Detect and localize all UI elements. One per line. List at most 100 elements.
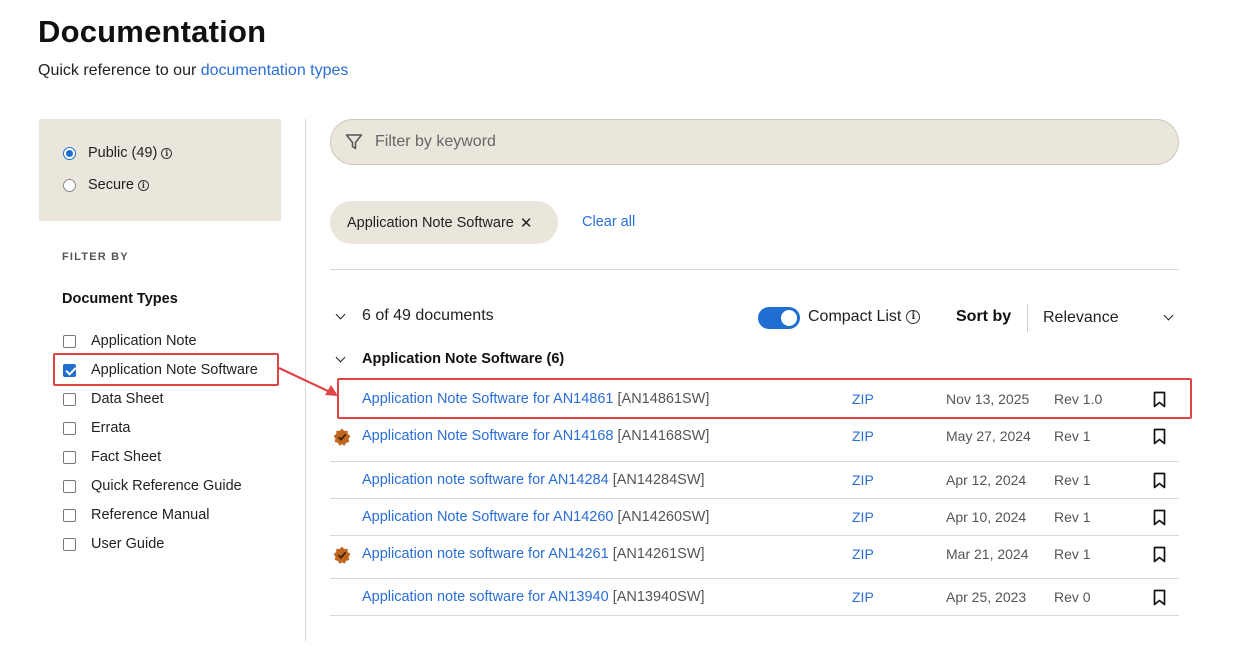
highlight-box (53, 353, 279, 386)
access-panel: Public (49) i Secure i (39, 119, 281, 221)
document-revision: Rev 1 (1054, 546, 1091, 562)
remove-filter-icon[interactable]: ✕ (520, 214, 533, 232)
document-link[interactable]: Application note software for AN13940 (362, 589, 609, 605)
compact-list-toggle[interactable] (758, 307, 800, 329)
chevron-down-icon[interactable] (335, 352, 346, 362)
document-title[interactable]: Application note software for AN14284 [A… (362, 472, 705, 488)
info-icon[interactable]: i (161, 147, 173, 159)
document-format-link[interactable]: ZIP (852, 589, 874, 605)
document-revision: Rev 1 (1054, 428, 1091, 444)
document-date: Apr 25, 2023 (946, 589, 1027, 605)
results-count-text: 6 of 49 documents (362, 307, 494, 324)
info-icon[interactable]: i (906, 310, 921, 324)
checkbox[interactable] (63, 537, 76, 551)
filter-by-label: FILTER BY (62, 251, 129, 263)
row-divider (330, 615, 1179, 616)
document-revision: Rev 0 (1054, 589, 1091, 605)
sort-by-label: Sort by (956, 308, 1012, 325)
document-date: Apr 10, 2024 (946, 509, 1027, 525)
page-subtitle: Quick reference to our documentation typ… (38, 62, 348, 80)
results-count[interactable]: 6 of 49 documents (335, 307, 494, 325)
doc-type-label: Reference Manual (91, 507, 210, 523)
document-link[interactable]: Application note software for AN14284 (362, 472, 609, 488)
checkbox[interactable] (63, 450, 76, 464)
checkbox[interactable] (63, 334, 76, 348)
document-date: Apr 12, 2024 (946, 472, 1027, 488)
document-code: [AN14284SW] (612, 472, 705, 488)
document-format-link[interactable]: ZIP (852, 428, 874, 444)
doc-type-application-note[interactable]: Application Note (63, 331, 197, 351)
document-link[interactable]: Application Note Software for AN14260 (362, 509, 613, 525)
document-row: Application note software for AN13940 [A… (330, 579, 1179, 616)
active-filter-chip[interactable]: Application Note Software ✕ (330, 201, 558, 244)
doc-type-label: Fact Sheet (91, 449, 162, 465)
doc-type-errata[interactable]: Errata (63, 418, 131, 438)
doc-type-reference-manual[interactable]: Reference Manual (63, 505, 210, 525)
group-header[interactable]: Application Note Software (6) (335, 351, 565, 367)
access-option-public[interactable]: Public (49) i (63, 145, 173, 161)
chip-label: Application Note Software (347, 214, 514, 231)
document-title[interactable]: Application note software for AN13940 [A… (362, 589, 705, 605)
bookmark-icon[interactable] (1153, 472, 1166, 489)
checkbox[interactable] (63, 421, 76, 435)
document-revision: Rev 1 (1054, 509, 1091, 525)
doc-type-user-guide[interactable]: User Guide (63, 534, 164, 554)
certified-badge-icon (333, 546, 351, 564)
bookmark-icon[interactable] (1153, 509, 1166, 526)
doc-type-label: User Guide (91, 536, 165, 552)
certified-badge-icon (333, 428, 351, 446)
doc-type-fact-sheet[interactable]: Fact Sheet (63, 447, 161, 467)
doc-type-label: Quick Reference Guide (91, 478, 242, 494)
doc-type-quick-reference-guide[interactable]: Quick Reference Guide (63, 476, 242, 496)
clear-all-link[interactable]: Clear all (582, 214, 635, 230)
document-row: Application note software for AN14261 [A… (330, 536, 1179, 579)
bookmark-icon[interactable] (1153, 589, 1166, 606)
document-format-link[interactable]: ZIP (852, 509, 874, 525)
page-title: Documentation (38, 14, 267, 49)
doc-type-data-sheet[interactable]: Data Sheet (63, 389, 164, 409)
secure-radio[interactable] (63, 178, 76, 192)
document-date: Mar 21, 2024 (946, 546, 1029, 562)
compact-list-text: Compact List (808, 308, 902, 325)
bookmark-icon[interactable] (1153, 546, 1166, 563)
document-link[interactable]: Application note software for AN14261 (362, 546, 609, 562)
document-format-link[interactable]: ZIP (852, 472, 874, 488)
checkbox[interactable] (63, 479, 76, 493)
document-title[interactable]: Application Note Software for AN14260 [A… (362, 509, 709, 525)
document-date: May 27, 2024 (946, 428, 1031, 444)
document-code: [AN14260SW] (617, 509, 710, 525)
filter-icon (345, 134, 363, 150)
sort-select[interactable]: Relevance (1043, 309, 1119, 327)
document-row: Application Note Software for AN14168 [A… (330, 418, 1179, 462)
info-icon[interactable]: i (137, 179, 149, 191)
doc-type-label: Errata (91, 420, 131, 436)
checkbox[interactable] (63, 392, 76, 406)
divider (330, 269, 1179, 270)
keyword-filter[interactable] (330, 119, 1179, 165)
group-label: Application Note Software (6) (362, 351, 565, 367)
chevron-down-icon[interactable] (335, 309, 346, 319)
documentation-types-link[interactable]: documentation types (201, 62, 349, 79)
document-types-heading: Document Types (62, 291, 178, 307)
public-radio[interactable] (63, 146, 76, 160)
document-code: [AN14261SW] (612, 546, 705, 562)
document-link[interactable]: Application Note Software for AN14168 (362, 428, 613, 444)
document-title[interactable]: Application Note Software for AN14168 [A… (362, 428, 709, 444)
document-row: Application note software for AN14284 [A… (330, 462, 1179, 499)
chevron-down-icon[interactable] (1163, 310, 1174, 321)
document-revision: Rev 1 (1054, 472, 1091, 488)
doc-type-label: Data Sheet (91, 391, 164, 407)
doc-type-label: Application Note (91, 333, 197, 349)
subtitle-text: Quick reference to our (38, 62, 201, 79)
document-code: [AN13940SW] (612, 589, 705, 605)
document-format-link[interactable]: ZIP (852, 546, 874, 562)
checkbox[interactable] (63, 508, 76, 522)
document-title[interactable]: Application note software for AN14261 [A… (362, 546, 705, 562)
highlight-box (337, 378, 1192, 419)
access-option-secure[interactable]: Secure i (63, 177, 149, 193)
secure-label: Secure (88, 177, 134, 193)
document-code: [AN14168SW] (617, 428, 710, 444)
bookmark-icon[interactable] (1153, 428, 1166, 445)
public-label: Public (49) (88, 145, 158, 161)
keyword-input[interactable] (373, 132, 1073, 152)
